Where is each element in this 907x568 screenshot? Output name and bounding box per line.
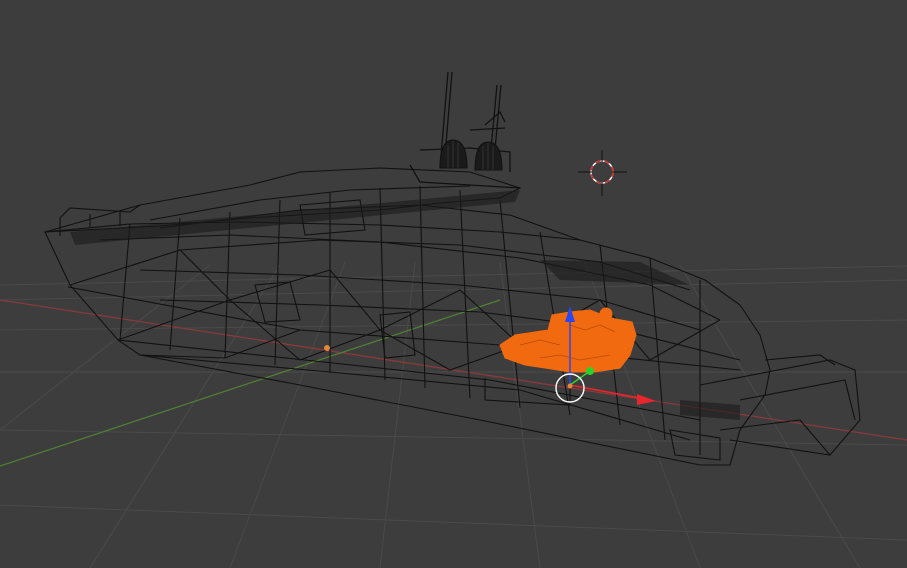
gizmo-x-handle-icon[interactable] xyxy=(637,394,656,405)
viewport-canvas[interactable] xyxy=(0,0,907,568)
gizmo-pivot-dot xyxy=(567,383,573,389)
object-origin-dot[interactable] xyxy=(324,345,330,351)
3d-viewport[interactable] xyxy=(0,0,907,568)
gizmo-y-handle-icon[interactable] xyxy=(586,367,594,375)
yacht-wireframe[interactable] xyxy=(44,167,861,466)
3d-cursor-icon[interactable] xyxy=(578,150,627,196)
yacht-dense-detail xyxy=(70,190,740,420)
